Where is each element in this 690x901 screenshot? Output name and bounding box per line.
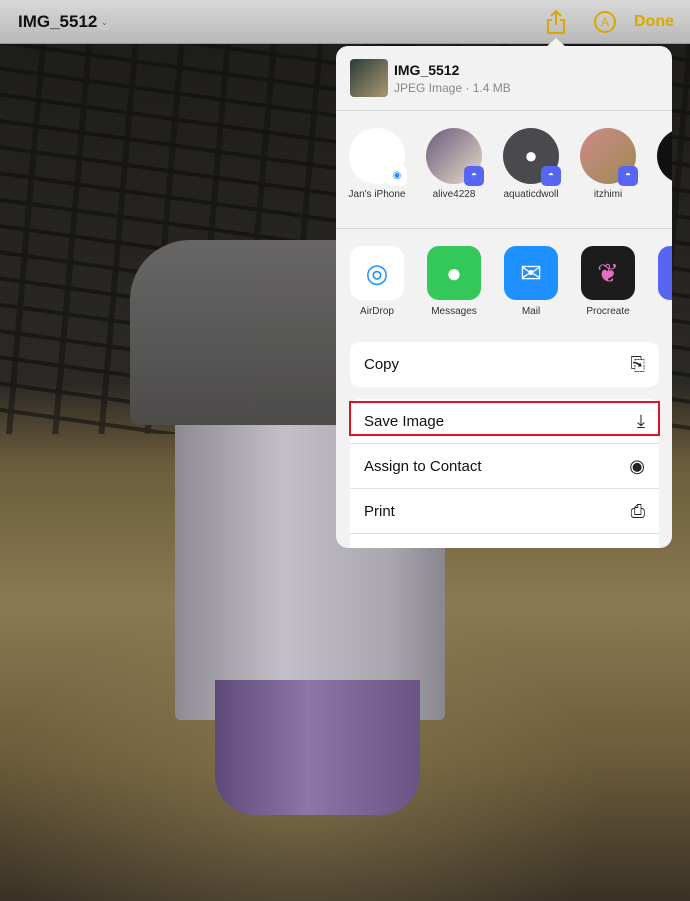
top-bar: IMG_5512 ⌄ A Done xyxy=(0,0,690,44)
app-messages[interactable]: ● Messages xyxy=(419,246,489,317)
markup-icon[interactable]: A xyxy=(594,11,616,33)
action-copy[interactable]: Copy ⎘ xyxy=(350,342,659,387)
printer-icon: ⎙ xyxy=(630,500,645,521)
discord-icon: ◓ xyxy=(618,166,638,186)
chevron-down-icon[interactable]: ⌄ xyxy=(97,15,112,30)
image-title[interactable]: IMG_5512 xyxy=(18,12,97,32)
share-icon[interactable] xyxy=(545,9,567,35)
divider xyxy=(336,228,672,229)
share-sheet: IMG_5512 JPEG Image · 1.4 MB ◉ Jan's iPho… xyxy=(336,46,672,548)
person-aquaticdwoll[interactable]: ● ◓ aquaticdwoll xyxy=(496,128,566,201)
messages-icon: ● xyxy=(427,246,481,300)
people-row: ◉ Jan's iPhone ◓ alive4228 ● ◓ aquaticdwoll … xyxy=(336,128,672,218)
person-jans-iphone[interactable]: ◉ Jan's iPhone xyxy=(342,128,412,201)
contact-icon: ◉ xyxy=(629,455,645,476)
mail-icon: ✉ xyxy=(504,246,558,300)
person-alive4228[interactable]: ◓ alive4228 xyxy=(419,128,489,201)
file-name: IMG_5512 xyxy=(394,62,460,78)
discord-icon xyxy=(658,246,672,300)
app-discord[interactable]: D xyxy=(650,246,672,317)
done-button[interactable]: Done xyxy=(634,13,674,31)
procreate-icon: ❦ xyxy=(581,246,635,300)
divider xyxy=(336,110,672,111)
app-airdrop[interactable]: ◎ AirDrop xyxy=(342,246,412,317)
file-meta: JPEG Image · 1.4 MB xyxy=(394,81,511,95)
action-assign-to-contact[interactable]: Assign to Contact ◉ xyxy=(350,444,659,489)
person-sh[interactable]: sh xyxy=(650,128,672,201)
save-image-highlight xyxy=(349,401,660,436)
photo-bottle-sleeve xyxy=(215,680,420,815)
discord-icon: ◓ xyxy=(541,166,561,186)
person-itzhimi[interactable]: ◓ itzhimi xyxy=(573,128,643,201)
airdrop-icon: ◎ xyxy=(350,246,404,300)
action-print[interactable]: Print ⎙ xyxy=(350,489,659,534)
action-more[interactable] xyxy=(350,534,659,548)
app-procreate[interactable]: ❦ Procreate xyxy=(573,246,643,317)
discord-icon: ◓ xyxy=(464,166,484,186)
app-mail[interactable]: ✉ Mail xyxy=(496,246,566,317)
copy-card: Copy ⎘ xyxy=(350,342,659,387)
copy-icon: ⎘ xyxy=(630,354,645,374)
file-thumbnail xyxy=(350,59,388,97)
airdrop-icon: ◉ xyxy=(387,166,407,186)
